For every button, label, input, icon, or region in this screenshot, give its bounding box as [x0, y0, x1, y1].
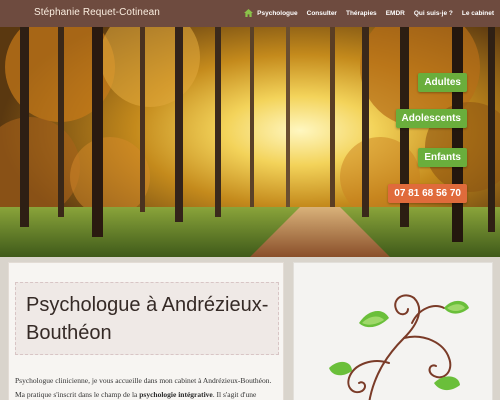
page-title: Psychologue à Andrézieux-Bouthéon	[26, 294, 269, 344]
adultes-button[interactable]: Adultes	[418, 73, 467, 92]
nav-therapies[interactable]: Thérapies	[346, 10, 377, 17]
nav-psychologue[interactable]: Psychologue	[257, 10, 297, 17]
main-content: Psychologue à Andrézieux-Bouthéon Psycho…	[8, 262, 284, 400]
nav-le-cabinet[interactable]: Le cabinet	[462, 10, 494, 17]
sidebar-decoration	[293, 262, 493, 400]
main-nav: Psychologue Consulter Thérapies EMDR Qui…	[244, 9, 494, 17]
practice-text-end: . Il s'agit d'une	[212, 390, 257, 399]
top-navigation-bar: Stéphanie Requet-Cotinean Psychologue Co…	[0, 0, 500, 27]
nav-consulter[interactable]: Consulter	[307, 10, 337, 17]
title-box: Psychologue à Andrézieux-Bouthéon	[15, 282, 279, 355]
adolescents-button[interactable]: Adolescents	[395, 109, 467, 128]
forest-image	[0, 27, 500, 257]
enfants-button[interactable]: Enfants	[418, 148, 467, 167]
swirl-leaf-illustration	[329, 294, 469, 400]
nav-qui-suis-je[interactable]: Qui suis-je ?	[414, 10, 453, 17]
intro-paragraph: Psychologue clinicienne, je vous accueil…	[15, 376, 272, 385]
phone-button[interactable]: 07 81 68 56 70	[388, 184, 467, 203]
practice-paragraph: Ma pratique s'inscrit dans le champ de l…	[15, 389, 281, 400]
practice-text-start: Ma pratique s'inscrit dans le champ de l…	[15, 390, 140, 399]
nav-emdr[interactable]: EMDR	[386, 10, 405, 17]
practice-text-bold: psychologie intégrative	[139, 390, 213, 399]
home-icon[interactable]	[244, 9, 254, 17]
site-brand[interactable]: Stéphanie Requet-Cotinean	[34, 7, 160, 18]
hero-banner: Adultes Adolescents Enfants 07 81 68 56 …	[0, 27, 500, 257]
